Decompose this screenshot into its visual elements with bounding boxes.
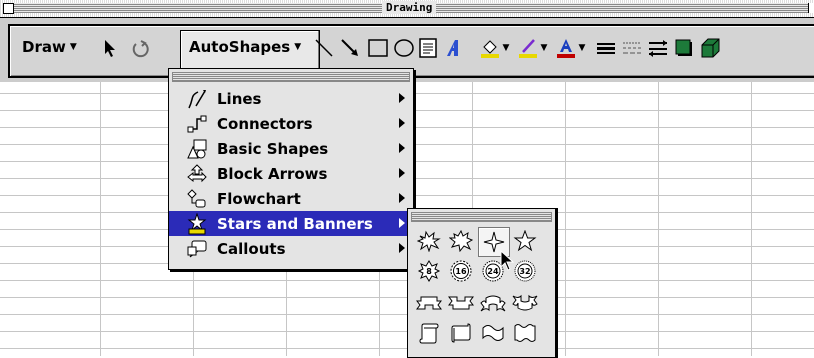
- submenu-arrow-icon: [399, 243, 405, 253]
- menu-item-callouts[interactable]: Callouts: [169, 236, 413, 261]
- autoshapes-caret-icon: ▼: [294, 42, 302, 52]
- arrow-style-icon[interactable]: [646, 36, 670, 60]
- explosion-1-icon[interactable]: [414, 227, 444, 255]
- stars-banners-icon: [185, 212, 209, 235]
- draw-menu-button[interactable]: Draw ▼: [22, 38, 77, 56]
- menu-item-label: Flowchart: [217, 189, 301, 208]
- dash-style-icon[interactable]: [620, 36, 644, 60]
- horizontal-scroll-icon[interactable]: [446, 319, 476, 347]
- curved-up-ribbon-icon[interactable]: [478, 289, 508, 317]
- window-title-bar[interactable]: Drawing: [0, 0, 814, 18]
- vertical-scroll-icon[interactable]: [414, 319, 444, 347]
- text-box-icon[interactable]: [416, 36, 440, 60]
- submenu-arrow-icon: [399, 118, 405, 128]
- zoom-box[interactable]: [808, 3, 814, 13]
- shadow-icon[interactable]: [672, 36, 696, 60]
- menu-item-stars-and-banners[interactable]: Stars and Banners: [169, 211, 413, 236]
- submenu-arrow-icon: [399, 193, 405, 203]
- oval-icon[interactable]: [392, 36, 416, 60]
- curved-down-ribbon-icon[interactable]: [510, 289, 540, 317]
- up-ribbon-icon[interactable]: [414, 289, 444, 317]
- seal-number: 8: [426, 266, 432, 276]
- down-ribbon-icon[interactable]: [446, 289, 476, 317]
- connectors-icon: [185, 113, 209, 135]
- line-icon[interactable]: [312, 36, 336, 60]
- menu-item-label: Connectors: [217, 114, 313, 133]
- 16-point-star-icon[interactable]: 16: [446, 257, 476, 285]
- basic-shapes-icon: [185, 138, 209, 160]
- menu-item-lines[interactable]: Lines: [169, 86, 413, 111]
- submenu-arrow-icon: [399, 218, 405, 228]
- font-color-caret-icon[interactable]: ▼: [576, 36, 588, 60]
- tear-off-grip[interactable]: [172, 72, 410, 82]
- draw-label: Draw: [22, 38, 66, 56]
- menu-item-label: Block Arrows: [217, 164, 328, 183]
- window-title: Drawing: [382, 1, 437, 14]
- menu-item-label: Basic Shapes: [217, 139, 329, 158]
- autoshapes-btn-inner: AutoShapes ▼: [189, 38, 301, 56]
- font-color-icon[interactable]: [554, 36, 578, 60]
- stars-and-banners-submenu: 8 16 24 32: [407, 208, 556, 358]
- wave-icon[interactable]: [478, 319, 508, 347]
- fill-color-caret-icon[interactable]: ▼: [500, 36, 512, 60]
- submenu-arrow-icon: [399, 168, 405, 178]
- word-art-icon[interactable]: [442, 36, 466, 60]
- fill-color-icon[interactable]: [478, 36, 502, 60]
- autoshapes-label: AutoShapes: [189, 38, 291, 56]
- submenu-tear-off-grip[interactable]: [411, 212, 552, 222]
- block-arrows-icon: [185, 163, 209, 185]
- arrow-icon[interactable]: [338, 36, 362, 60]
- line-style-icon[interactable]: [594, 36, 618, 60]
- menu-item-flowchart[interactable]: Flowchart: [169, 186, 413, 211]
- 3d-icon[interactable]: [698, 36, 722, 60]
- seal-number: 16: [455, 266, 467, 276]
- mouse-pointer-icon: [500, 249, 516, 276]
- callouts-icon: [185, 238, 209, 260]
- seal-number: 24: [487, 266, 499, 276]
- 8-point-star-icon[interactable]: 8: [414, 257, 444, 285]
- rectangle-icon[interactable]: [366, 36, 390, 60]
- lines-icon: [185, 88, 209, 110]
- draw-caret-icon: ▼: [69, 42, 77, 52]
- free-rotate-icon[interactable]: [128, 36, 152, 60]
- menu-item-block-arrows[interactable]: Block Arrows: [169, 161, 413, 186]
- flowchart-icon: [185, 188, 209, 210]
- autoshapes-menu-button[interactable]: AutoShapes ▼: [180, 30, 320, 70]
- submenu-arrow-icon: [399, 93, 405, 103]
- line-color-icon[interactable]: [516, 36, 540, 60]
- submenu-arrow-icon: [399, 143, 405, 153]
- select-arrow-icon[interactable]: [98, 36, 122, 60]
- line-color-caret-icon[interactable]: ▼: [538, 36, 550, 60]
- autoshapes-menu: Lines Connectors Basic Shapes Block Arro…: [168, 68, 414, 270]
- explosion-2-icon[interactable]: [446, 227, 476, 255]
- menu-item-label: Stars and Banners: [217, 214, 373, 233]
- menu-item-basic-shapes[interactable]: Basic Shapes: [169, 136, 413, 161]
- menu-item-connectors[interactable]: Connectors: [169, 111, 413, 136]
- menu-item-label: Callouts: [217, 239, 286, 258]
- menu-item-label: Lines: [217, 89, 262, 108]
- double-wave-icon[interactable]: [510, 319, 540, 347]
- close-box[interactable]: [3, 3, 14, 14]
- seal-number: 32: [519, 266, 531, 276]
